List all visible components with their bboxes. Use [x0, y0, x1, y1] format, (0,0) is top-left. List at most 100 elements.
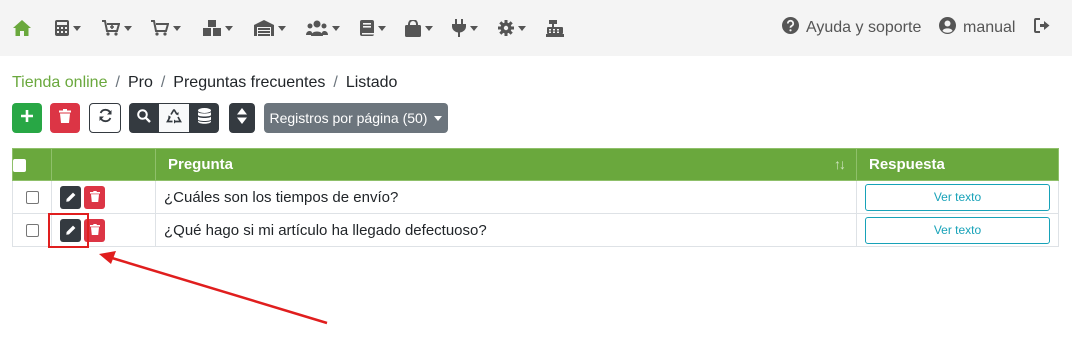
recycle-icon — [166, 108, 182, 129]
chevron-down-icon — [332, 25, 340, 31]
delete-button[interactable] — [50, 103, 80, 133]
chevron-down-icon — [73, 25, 81, 31]
edit-button[interactable] — [60, 185, 81, 209]
plug-icon — [452, 19, 466, 37]
user-circle-icon — [939, 17, 956, 39]
row-actions-cell — [51, 213, 156, 247]
records-per-page-dropdown[interactable]: Registros por página (50) — [264, 103, 448, 133]
filter-button-group — [129, 103, 219, 133]
chevron-down-icon — [173, 25, 181, 31]
users-icon — [306, 20, 328, 36]
header-answer-label: Respuesta — [869, 156, 945, 173]
sign-out-icon — [1034, 18, 1050, 38]
answer-cell: Ver texto — [856, 180, 1059, 214]
question-cell: ¿Cuáles son los tiempos de envío? — [155, 180, 857, 214]
cart-icon — [151, 20, 169, 36]
pencil-icon — [65, 222, 76, 239]
top-navbar: Ayuda y soporte manual — [0, 0, 1072, 56]
user-menu[interactable]: manual — [939, 16, 1015, 40]
users-menu[interactable] — [306, 16, 340, 40]
chevron-down-icon — [225, 25, 233, 31]
add-button[interactable] — [12, 103, 42, 133]
row-select-cell — [12, 180, 52, 214]
view-text-button[interactable]: Ver texto — [865, 183, 1050, 211]
question-cell: ¿Qué hago si mi artículo ha llegado defe… — [155, 213, 857, 247]
edit-button[interactable] — [60, 218, 81, 242]
records-per-page-label: Registros por página (50) — [269, 110, 428, 126]
header-select-cell — [12, 148, 52, 181]
breadcrumb: Tienda online / Pro / Preguntas frecuent… — [12, 74, 397, 92]
cash-register-icon — [546, 19, 564, 37]
sales-menu[interactable] — [151, 16, 181, 40]
question-circle-icon — [782, 17, 799, 39]
delete-row-button[interactable] — [84, 185, 105, 209]
database-button[interactable] — [189, 103, 219, 133]
search-button[interactable] — [129, 103, 159, 133]
header-actions-cell — [51, 148, 156, 181]
table-row: ¿Qué hago si mi artículo ha llegado defe… — [12, 213, 1059, 247]
breadcrumb-item-pro: Pro — [127, 74, 153, 91]
breadcrumb-separator: / — [160, 74, 166, 91]
delete-row-button[interactable] — [84, 218, 105, 242]
sync-icon — [98, 108, 113, 128]
trash-icon — [59, 108, 71, 128]
warehouse-products-menu[interactable] — [203, 16, 233, 40]
gear-icon — [498, 20, 514, 36]
home-icon[interactable] — [12, 16, 32, 40]
logout-button[interactable] — [1034, 16, 1050, 40]
header-answer: Respuesta — [856, 148, 1059, 181]
sort-indicator-icon[interactable]: ↑↓ — [834, 156, 846, 172]
breadcrumb-item-list: Listado — [345, 74, 398, 91]
breadcrumb-separator: / — [115, 74, 120, 91]
trash-icon — [89, 189, 100, 206]
chevron-down-icon — [470, 25, 478, 31]
plugins-menu[interactable] — [452, 16, 478, 40]
pos-button[interactable] — [546, 16, 564, 40]
table-row: ¿Cuáles son los tiempos de envío? Ver te… — [12, 180, 1059, 214]
recycle-button[interactable] — [159, 103, 189, 133]
chevron-down-icon — [378, 25, 386, 31]
row-checkbox[interactable] — [25, 191, 39, 205]
database-icon — [197, 107, 211, 129]
calculator-icon — [55, 20, 69, 36]
help-label: Ayuda y soporte — [806, 19, 922, 36]
warehouse-icon — [254, 20, 274, 36]
pencil-icon — [65, 189, 76, 206]
header-question[interactable]: Pregunta ↑↓ — [155, 148, 857, 181]
view-text-button[interactable]: Ver texto — [865, 216, 1050, 244]
chevron-down-icon — [425, 25, 433, 31]
chevron-down-icon — [434, 115, 443, 121]
faq-table: Pregunta ↑↓ Respuesta ¿Cuáles son los ti… — [12, 148, 1059, 247]
refresh-button[interactable] — [89, 103, 121, 133]
select-all-checkbox[interactable] — [13, 158, 26, 172]
accounting-menu[interactable] — [55, 16, 81, 40]
user-label: manual — [963, 19, 1016, 36]
row-actions-cell — [51, 180, 156, 214]
cart-plus-icon — [102, 20, 120, 36]
chevron-down-icon — [124, 25, 132, 31]
row-checkbox[interactable] — [25, 224, 39, 238]
boxes-icon — [203, 20, 221, 36]
reports-menu[interactable] — [360, 16, 386, 40]
chevron-down-icon — [518, 25, 526, 31]
search-icon — [137, 108, 151, 128]
chevron-down-icon — [278, 25, 286, 31]
breadcrumb-separator: / — [333, 74, 338, 91]
sort-icon — [237, 107, 247, 129]
settings-menu[interactable] — [498, 16, 526, 40]
plus-icon — [21, 109, 33, 127]
row-select-cell — [12, 213, 52, 247]
warehouse-menu[interactable] — [254, 16, 286, 40]
breadcrumb-item-store[interactable]: Tienda online — [12, 74, 107, 92]
book-icon — [360, 20, 374, 36]
table-header-row: Pregunta ↑↓ Respuesta — [12, 148, 1059, 181]
sort-button[interactable] — [229, 103, 255, 133]
answer-cell: Ver texto — [856, 213, 1059, 247]
help-link[interactable]: Ayuda y soporte — [782, 16, 921, 40]
shopping-bag-icon — [405, 19, 421, 37]
breadcrumb-item-faq: Preguntas frecuentes — [173, 74, 326, 91]
header-question-label: Pregunta — [168, 156, 234, 173]
trash-icon — [89, 222, 100, 239]
purchases-menu[interactable] — [102, 16, 132, 40]
store-menu[interactable] — [405, 16, 433, 40]
